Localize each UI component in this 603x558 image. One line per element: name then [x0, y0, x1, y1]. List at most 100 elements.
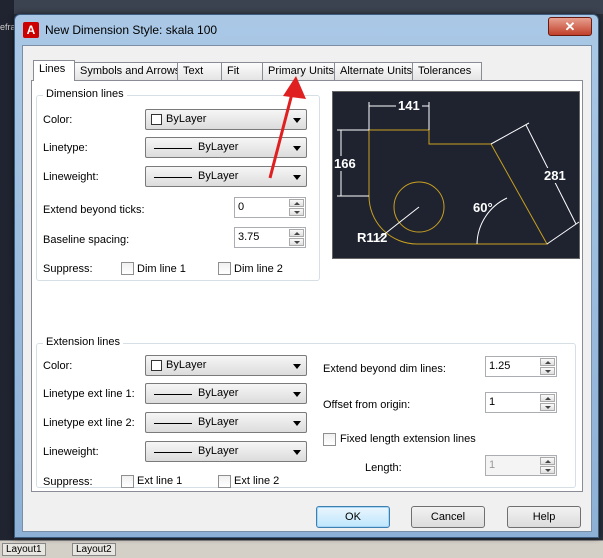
length-label: Length: — [365, 462, 402, 474]
dimension-lines-group: Dimension lines Color: ByLayer Linetype:… — [36, 88, 320, 281]
help-button[interactable]: Help — [507, 506, 581, 528]
ok-button[interactable]: OK — [316, 506, 390, 528]
layout-tab-bar: Layout1 Layout2 — [0, 540, 603, 558]
spinner-buttons[interactable] — [540, 358, 555, 375]
dim-lineweight-dropdown[interactable]: ByLayer — [145, 166, 307, 187]
dimension-style-dialog: A New Dimension Style: skala 100 ✕ Lines… — [14, 14, 599, 538]
extension-lines-title: Extension lines — [43, 336, 123, 348]
spinner-buttons[interactable] — [540, 457, 555, 474]
color-swatch-icon — [151, 360, 162, 371]
dim-suppress-label: Suppress: — [43, 263, 93, 275]
lines-tab-panel: Dimension lines Color: ByLayer Linetype:… — [31, 80, 583, 492]
title-bar[interactable]: A New Dimension Style: skala 100 ✕ — [15, 15, 598, 45]
offset-from-origin-label: Offset from origin: — [323, 399, 411, 411]
spin-up-icon[interactable] — [540, 358, 555, 366]
extend-beyond-ticks-spinner[interactable]: 0 — [234, 197, 306, 218]
spin-up-icon[interactable] — [289, 199, 304, 207]
linetype-sample-icon — [154, 423, 192, 424]
dialog-title: New Dimension Style: skala 100 — [45, 23, 218, 37]
extend-beyond-dim-lines-label: Extend beyond dim lines: — [323, 363, 446, 375]
chevron-down-icon — [293, 450, 301, 455]
preview-dim-right: 281 — [543, 168, 567, 183]
dim-linetype-dropdown[interactable]: ByLayer — [145, 137, 307, 158]
linetype-ext-1-value: ByLayer — [198, 387, 239, 399]
chevron-down-icon — [293, 392, 301, 397]
tab-tolerances[interactable]: Tolerances — [412, 62, 482, 80]
linetype-sample-icon — [154, 148, 192, 149]
lineweight-sample-icon — [154, 452, 192, 453]
extend-beyond-ticks-value: 0 — [238, 201, 245, 213]
offset-from-origin-value: 1 — [489, 396, 496, 408]
spinner-buttons[interactable] — [289, 229, 304, 246]
dimension-preview: 141 166 281 60° R112 — [332, 91, 580, 259]
linetype-ext-2-dropdown[interactable]: ByLayer — [145, 412, 307, 433]
preview-dim-top: 141 — [396, 98, 422, 113]
ext-line-2-label[interactable]: Ext line 2 — [234, 475, 279, 487]
layout-tab-1[interactable]: Layout1 — [2, 543, 46, 556]
offset-from-origin-spinner[interactable]: 1 — [485, 392, 557, 413]
tab-alternate-units[interactable]: Alternate Units — [334, 62, 413, 80]
fixed-length-checkbox[interactable] — [323, 433, 336, 446]
linetype-ext-1-dropdown[interactable]: ByLayer — [145, 383, 307, 404]
ext-lineweight-value: ByLayer — [198, 445, 239, 457]
baseline-spacing-value: 3.75 — [238, 231, 260, 243]
dim-line-2-label[interactable]: Dim line 2 — [234, 263, 283, 275]
spin-down-icon[interactable] — [540, 403, 555, 411]
ext-line-1-checkbox[interactable] — [121, 475, 134, 488]
autocad-app-icon: A — [23, 22, 39, 38]
background-side-strip: efra — [0, 0, 16, 558]
dim-color-value: ByLayer — [166, 113, 207, 125]
spin-up-icon[interactable] — [289, 229, 304, 237]
preview-dim-left: 166 — [334, 156, 356, 171]
ext-line-1-label[interactable]: Ext line 1 — [137, 475, 182, 487]
ext-lineweight-label: Lineweight: — [43, 446, 99, 458]
tab-fit[interactable]: Fit — [221, 62, 263, 80]
length-value: 1 — [489, 459, 496, 471]
spin-down-icon[interactable] — [289, 208, 304, 216]
ext-lineweight-dropdown[interactable]: ByLayer — [145, 441, 307, 462]
tab-symbols-and-arrows[interactable]: Symbols and Arrows — [74, 62, 180, 80]
spin-down-icon[interactable] — [540, 367, 555, 375]
dim-lineweight-label: Lineweight: — [43, 171, 99, 183]
extend-beyond-dim-lines-value: 1.25 — [489, 360, 511, 372]
linetype-ext-2-value: ByLayer — [198, 416, 239, 428]
layout-tab-2[interactable]: Layout2 — [72, 543, 116, 556]
extend-beyond-ticks-label: Extend beyond ticks: — [43, 204, 145, 216]
ext-suppress-label: Suppress: — [43, 476, 93, 488]
close-button[interactable]: ✕ — [548, 17, 592, 36]
linetype-ext-2-label: Linetype ext line 2: — [43, 417, 135, 429]
tab-text[interactable]: Text — [177, 62, 222, 80]
spin-up-icon[interactable] — [540, 457, 555, 465]
ext-line-2-checkbox[interactable] — [218, 475, 231, 488]
dim-color-dropdown[interactable]: ByLayer — [145, 109, 307, 130]
ext-color-label: Color: — [43, 360, 73, 372]
dim-line-1-checkbox[interactable] — [121, 262, 134, 275]
chevron-down-icon — [293, 146, 301, 151]
dialog-client-area: Lines Symbols and Arrows Text Fit Primar… — [22, 45, 592, 532]
dim-lineweight-value: ByLayer — [198, 170, 239, 182]
ext-color-value: ByLayer — [166, 359, 207, 371]
tab-lines[interactable]: Lines — [33, 60, 75, 81]
cancel-button[interactable]: Cancel — [411, 506, 485, 528]
chevron-down-icon — [293, 118, 301, 123]
lineweight-sample-icon — [154, 177, 192, 178]
spin-down-icon[interactable] — [289, 238, 304, 246]
linetype-sample-icon — [154, 394, 192, 395]
chevron-down-icon — [293, 421, 301, 426]
tab-primary-units[interactable]: Primary Units — [262, 62, 335, 80]
spinner-buttons[interactable] — [289, 199, 304, 216]
preview-radius: R112 — [357, 230, 388, 245]
baseline-spacing-spinner[interactable]: 3.75 — [234, 227, 306, 248]
dim-color-label: Color: — [43, 114, 73, 126]
extend-beyond-dim-lines-spinner[interactable]: 1.25 — [485, 356, 557, 377]
spin-down-icon[interactable] — [540, 466, 555, 474]
ext-color-dropdown[interactable]: ByLayer — [145, 355, 307, 376]
length-spinner[interactable]: 1 — [485, 455, 557, 476]
chevron-down-icon — [293, 364, 301, 369]
fixed-length-label[interactable]: Fixed length extension lines — [340, 433, 476, 445]
extension-lines-group: Extension lines Color: ByLayer Linetype … — [36, 336, 576, 488]
dim-line-2-checkbox[interactable] — [218, 262, 231, 275]
spin-up-icon[interactable] — [540, 394, 555, 402]
dim-line-1-label[interactable]: Dim line 1 — [137, 263, 186, 275]
spinner-buttons[interactable] — [540, 394, 555, 411]
